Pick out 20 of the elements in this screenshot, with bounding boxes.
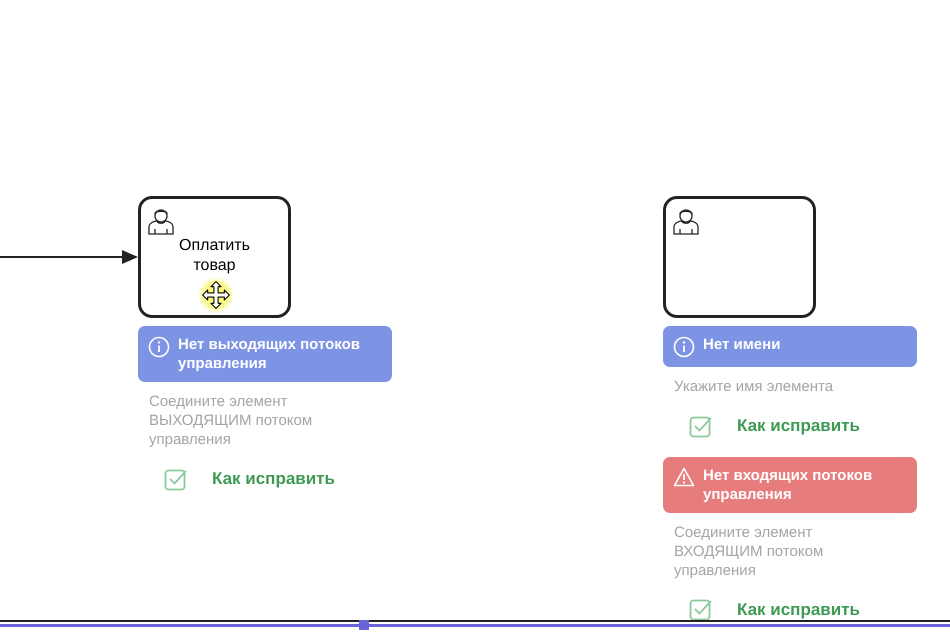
task-label: Оплатить товар [178,236,251,276]
checkbox-icon [689,597,713,622]
info-icon [148,336,170,358]
fix-link[interactable]: Как исправить [737,413,860,438]
issue-hint: Укажите имя элемента [673,377,834,396]
warning-icon [673,466,695,486]
user-task[interactable]: Оплатить товар [138,196,291,318]
issue-hint: Соедините элемент ВЫХОДЯЩИМ потоком управления [148,392,314,449]
fix-link[interactable]: Как исправить [212,466,335,492]
issue-title: Нет входящих потоков управления [703,466,874,504]
issue-title: Нет выходящих потоков управления [178,335,361,373]
resize-handle[interactable] [359,620,369,630]
issue-hint: Соедините элемент ВХОДЯЩИМ потоком управления [673,522,824,580]
info-icon [673,336,695,358]
checkbox-icon [164,466,188,491]
fix-link[interactable]: Как исправить [737,596,860,622]
checkbox-icon [689,414,713,438]
selection-bar[interactable] [0,624,950,627]
user-task[interactable] [663,196,816,318]
issue-title: Нет имени [703,335,780,355]
